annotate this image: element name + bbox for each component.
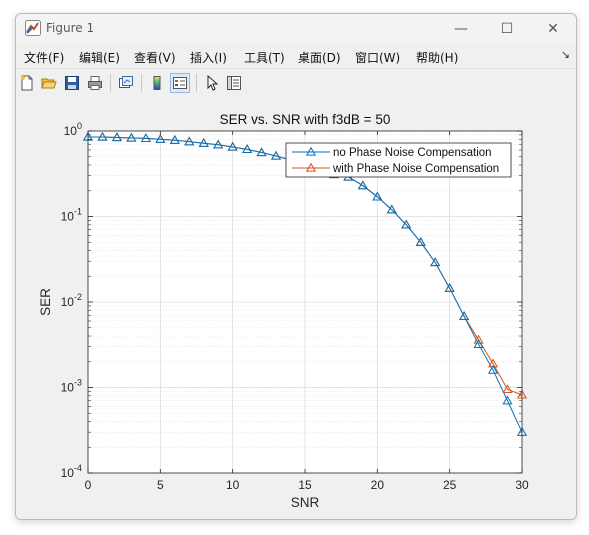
select-arrow-icon	[207, 75, 219, 91]
new-figure-button[interactable]	[17, 73, 37, 93]
toolbar-separator	[196, 74, 197, 92]
menu-help[interactable]: 帮助(H)	[416, 49, 458, 66]
maximize-button[interactable]: ☐	[484, 14, 530, 44]
x-tick-label: 30	[515, 478, 529, 492]
dock-arrow-icon[interactable]: ↘	[561, 48, 570, 61]
x-tick-label: 0	[85, 478, 92, 492]
title-bar[interactable]: Figure 1 — ☐ ✕	[16, 14, 576, 44]
figure-window: Figure 1 — ☐ ✕ 文件(F) 编辑(E) 查看(V) 插入(I) 工…	[15, 13, 577, 520]
y-tick-label: 10-2	[61, 292, 82, 309]
matlab-icon	[25, 20, 41, 36]
x-axis-label: SNR	[291, 495, 320, 510]
save-icon	[65, 76, 79, 90]
menu-file[interactable]: 文件(F)	[24, 49, 64, 66]
x-tick-label: 5	[157, 478, 164, 492]
y-tick-label: 10-4	[61, 463, 82, 480]
figure-canvas: 0 5 10 15 20 25 30 10-4 10-3 10-2 10-1 100 SER vs. S…	[16, 97, 576, 519]
y-tick-label: 10-1	[61, 207, 82, 224]
legend-label: with Phase Noise Compensation	[332, 163, 499, 175]
menu-window[interactable]: 窗口(W)	[355, 49, 400, 66]
x-tick-label: 20	[371, 478, 385, 492]
toolbar-separator	[110, 74, 111, 92]
open-file-icon	[41, 78, 57, 89]
menu-desktop[interactable]: 桌面(D)	[298, 49, 341, 66]
colorbar-icon	[153, 76, 161, 90]
new-figure-icon	[21, 75, 33, 91]
menu-insert[interactable]: 插入(I)	[190, 49, 227, 66]
menu-edit[interactable]: 编辑(E)	[79, 49, 120, 66]
colorbar-button[interactable]	[147, 73, 167, 93]
chart-title: SER vs. SNR with f3dB = 50	[220, 112, 391, 127]
print-icon	[88, 76, 102, 90]
menu-bar: 文件(F) 编辑(E) 查看(V) 插入(I) 工具(T) 桌面(D) 窗口(W…	[16, 44, 576, 68]
menu-tools[interactable]: 工具(T)	[244, 49, 285, 66]
x-tick-label: 10	[226, 478, 240, 492]
close-button[interactable]: ✕	[530, 14, 576, 44]
print-button[interactable]	[85, 73, 105, 93]
select-arrow-button[interactable]	[202, 73, 222, 93]
legend-button[interactable]	[170, 73, 190, 93]
window-title: Figure 1	[46, 21, 95, 35]
figure-toolbar	[16, 68, 576, 98]
close-icon: ✕	[547, 21, 559, 37]
y-axis-label: SER	[38, 288, 53, 316]
legend-icon	[173, 77, 187, 89]
property-inspector-button[interactable]	[224, 73, 244, 93]
legend-label: no Phase Noise Compensation	[333, 147, 492, 159]
toolbar-separator	[141, 74, 142, 92]
y-tick-label: 10-3	[61, 378, 82, 395]
open-file-button[interactable]	[39, 73, 59, 93]
save-button[interactable]	[62, 73, 82, 93]
property-inspector-icon	[227, 76, 241, 90]
link-plot-icon	[119, 76, 133, 88]
link-plot-button[interactable]	[116, 73, 136, 93]
maximize-icon: ☐	[500, 21, 514, 37]
minimize-button[interactable]: —	[438, 14, 484, 44]
minimize-icon: —	[454, 21, 468, 37]
x-tick-label: 15	[298, 478, 312, 492]
ser-chart[interactable]: 0 5 10 15 20 25 30 10-4 10-3 10-2 10-1 100 SER vs. S…	[16, 97, 576, 519]
x-tick-label: 25	[443, 478, 457, 492]
menu-view[interactable]: 查看(V)	[134, 49, 176, 66]
y-tick-label: 100	[64, 121, 82, 138]
